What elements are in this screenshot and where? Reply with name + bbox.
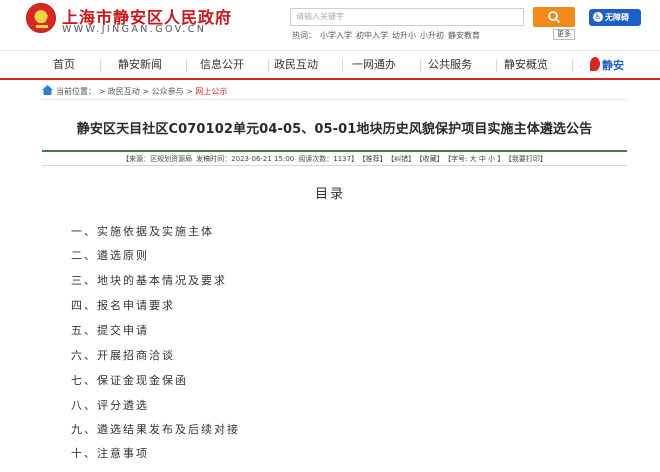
nav-item-info-disclosure[interactable]: 信息公开 — [194, 51, 250, 79]
nav-item-public-service[interactable]: 公共服务 — [422, 51, 478, 79]
meta-views: 阅读次数：1137】 — [298, 155, 359, 163]
toc-item: 八、评分遴选 — [71, 399, 149, 412]
search-button[interactable] — [533, 7, 575, 27]
nav-item-news[interactable]: 静安新闻 — [112, 51, 168, 79]
article-title: 静安区天目社区C070102单元04-05、05-01地块历史风貌保护项目实施主… — [76, 122, 593, 137]
favorite-link[interactable]: 【收藏】 — [419, 155, 444, 163]
toc-item: 十、注意事项 — [71, 447, 149, 460]
recommend-link[interactable]: 【推荐】 — [362, 155, 387, 163]
toc-item: 三、地块的基本情况及要求 — [71, 274, 227, 287]
breadcrumb-prefix: 当前位置： — [56, 87, 96, 96]
accessibility-button[interactable]: ♿ 无障碍 — [589, 9, 641, 26]
jingan-logo-text: 静安 — [602, 59, 624, 72]
main-nav: 首页 静安新闻 信息公开 政民互动 一网通办 公共服务 静安概览 静安 — [0, 50, 660, 80]
hotword-link[interactable]: 小升初 — [420, 31, 444, 40]
accessibility-icon: ♿ — [593, 12, 603, 22]
nav-divider — [186, 59, 187, 72]
nav-divider — [342, 59, 343, 72]
home-icon — [42, 85, 53, 95]
print-link[interactable]: 【我要打印】 — [508, 155, 547, 163]
breadcrumb-link[interactable]: 政民互动 — [108, 87, 140, 96]
font-size-control[interactable]: 【字号: 大 中 小 】 — [448, 155, 505, 163]
toc-item: 一、实施依据及实施主体 — [71, 225, 214, 238]
nav-divider — [496, 59, 497, 72]
jingan-logo-icon — [590, 57, 600, 71]
hotwords: 热词： 小学入学 初中入学 幼升小 小升初 静安教育 — [292, 30, 484, 41]
breadcrumb-link[interactable]: 公众参与 — [152, 87, 184, 96]
nav-item-home[interactable]: 首页 — [46, 51, 82, 79]
jingan-logo[interactable]: 静安 — [590, 57, 624, 75]
meta-date: 发稿时间：2023-06-21 15:00 — [196, 155, 295, 163]
nav-divider — [100, 59, 101, 72]
toc-item: 六、开展招商洽谈 — [71, 349, 175, 362]
hotword-link[interactable]: 小学入学 — [320, 31, 352, 40]
breadcrumb-separator: > — [139, 87, 152, 96]
more-hotwords-button[interactable]: 更多 — [553, 29, 575, 40]
toc-item: 七、保证金现金保函 — [71, 374, 188, 387]
hotword-link[interactable]: 静安教育 — [448, 31, 480, 40]
nav-item-interaction[interactable]: 政民互动 — [268, 51, 324, 79]
toc-item: 九、遴选结果发布及后续对接 — [71, 423, 240, 436]
hotword-link[interactable]: 幼升小 — [392, 31, 416, 40]
hotwords-label: 热词： — [292, 31, 316, 40]
toc-item: 二、遴选原则 — [71, 249, 149, 262]
toc-item: 四、报名申请要求 — [71, 299, 175, 312]
accessibility-label: 无障碍 — [605, 13, 629, 22]
nav-item-online-service[interactable]: 一网通办 — [346, 51, 402, 79]
breadcrumb-current[interactable]: 网上公示 — [195, 87, 227, 96]
breadcrumb-separator: > — [183, 87, 196, 96]
nav-divider — [420, 59, 421, 72]
article-meta: 【来源：区规划资源局 发稿时间：2023-06-21 15:00 阅读次数：1137… — [42, 150, 627, 166]
report-error-link[interactable]: 【纠错】 — [391, 155, 416, 163]
search-icon — [548, 11, 561, 24]
search-input[interactable]: 请输入关键字 — [290, 8, 524, 26]
nav-item-overview[interactable]: 静安概览 — [498, 51, 554, 79]
nav-divider — [572, 59, 573, 72]
meta-source: 【来源：区规划资源局 — [122, 155, 193, 163]
hotword-link[interactable]: 初中入学 — [356, 31, 388, 40]
toc-item: 五、提交申请 — [71, 324, 149, 337]
site-url: WWW.JINGAN.GOV.CN — [62, 24, 207, 35]
toc-heading: 目录 — [314, 187, 345, 202]
breadcrumb: 当前位置： > 政民互动 > 公众参与 > 网上公示 — [42, 85, 627, 100]
breadcrumb-separator: > — [96, 87, 108, 96]
national-emblem-icon — [26, 3, 56, 33]
site-header: 上海市静安区人民政府 WWW.JINGAN.GOV.CN 请输入关键字 ♿ 无障… — [0, 0, 660, 48]
